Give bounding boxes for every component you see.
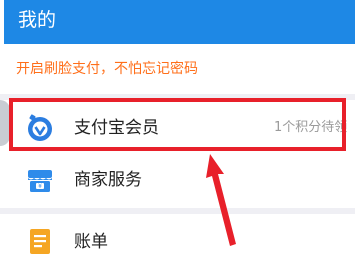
face-pay-promo[interactable]: 开启刷脸支付，不怕忘记密码 bbox=[0, 44, 355, 94]
page-title: 我的 bbox=[18, 9, 57, 31]
merchant-store-icon: ¥ bbox=[25, 165, 55, 195]
header-bar: 我的 bbox=[0, 0, 355, 44]
menu-item-merchant[interactable]: ¥ 商家服务 bbox=[0, 152, 355, 208]
promo-text: 开启刷脸支付，不怕忘记密码 bbox=[16, 61, 198, 77]
menu-item-label: 商家服务 bbox=[74, 170, 142, 190]
svg-text:¥: ¥ bbox=[38, 183, 42, 190]
bill-document-icon bbox=[25, 227, 55, 257]
menu-item-bill[interactable]: 账单 bbox=[0, 214, 355, 270]
pointer-arrow-icon bbox=[200, 150, 240, 254]
highlight-box bbox=[9, 98, 346, 151]
menu-item-label: 账单 bbox=[74, 232, 108, 252]
